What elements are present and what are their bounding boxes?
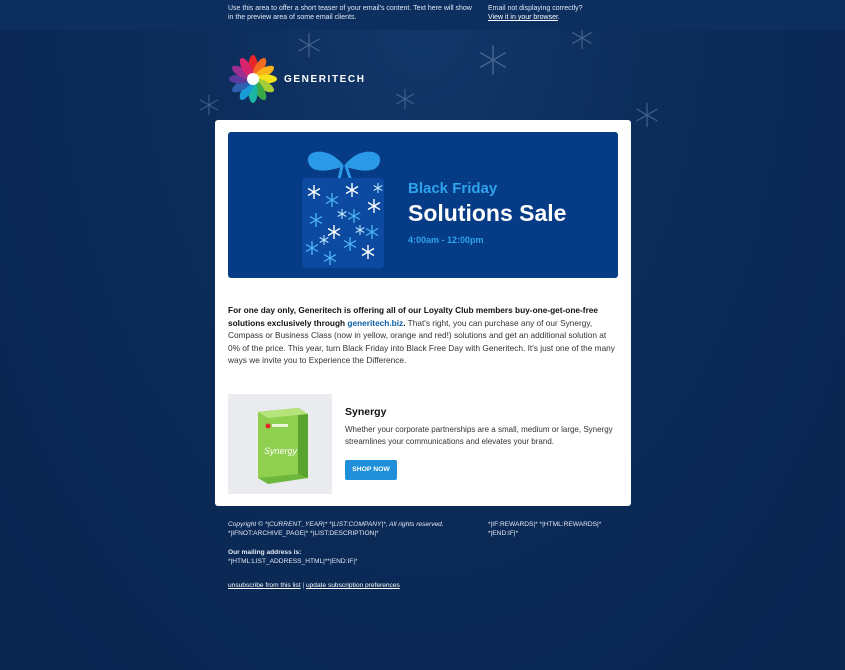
product-description: Whether your corporate partnerships are … (345, 425, 613, 446)
unsubscribe-link[interactable]: unsubscribe from this list (228, 582, 301, 589)
generitech-logo[interactable]: GENERITECH (228, 54, 366, 104)
hero-banner[interactable]: Black Friday Solutions Sale 4:00am - 12:… (228, 132, 618, 278)
email-content-card: Black Friday Solutions Sale 4:00am - 12:… (215, 120, 631, 506)
flower-logo-icon (229, 55, 277, 103)
shop-now-button[interactable]: SHOP NOW (345, 460, 397, 480)
synergy-product-image[interactable]: Synergy (228, 394, 332, 494)
mailing-address-label: Our mailing address is: (228, 549, 302, 556)
footer-link-separator: | (302, 582, 305, 589)
mailing-address-value: *|HTML:LIST_ADDRESS_HTML|**|END:IF|* (228, 558, 358, 565)
generitech-biz-link[interactable]: generitech.biz (347, 318, 403, 328)
view-in-browser-link[interactable]: View it in your browser (488, 14, 558, 21)
footer-archive: *|IFNOT:ARCHIVE_PAGE|* *|LIST:DESCRIPTIO… (228, 530, 379, 537)
product-name: Synergy (345, 406, 387, 418)
banner-time: 4:00am - 12:00pm (408, 235, 484, 245)
snowflake-gift-icon (302, 151, 384, 268)
banner-subtitle: Black Friday (408, 180, 498, 197)
footer-rewards-block: *|IF:REWARDS|* *|HTML:REWARDS|* *|END:IF… (488, 520, 618, 538)
snowflake-icon (395, 88, 415, 110)
preheader-browser-notice: Email not displaying correctly? View it … (488, 4, 618, 22)
software-box-icon: Synergy (258, 408, 308, 484)
update-preferences-link[interactable]: update subscription preferences (306, 582, 400, 589)
logo-wordmark: GENERITECH (284, 73, 366, 85)
footer-copyright-block: Copyright © *|CURRENT_YEAR|* *|LIST:COMP… (228, 520, 478, 538)
snowflake-icon (479, 45, 507, 75)
box-label: Synergy (264, 446, 298, 456)
footer-copyright: Copyright © *|CURRENT_YEAR|* *|LIST:COMP… (228, 521, 444, 528)
footer-links: unsubscribe from this list | update subs… (228, 582, 400, 589)
footer-rewards-line1: *|IF:REWARDS|* *|HTML:REWARDS|* (488, 521, 602, 528)
not-displaying-text: Email not displaying correctly? (488, 5, 583, 12)
preheader-teaser: Use this area to offer a short teaser of… (228, 5, 472, 21)
snowflake-icon (199, 94, 219, 116)
footer-rewards-line2: *|END:IF|* (488, 530, 519, 537)
banner-title: Solutions Sale (408, 200, 567, 226)
preheader-bar: Use this area to offer a short teaser of… (0, 0, 845, 30)
snowflake-icon (636, 103, 658, 127)
body-paragraph: For one day only, Generitech is offering… (228, 304, 620, 367)
